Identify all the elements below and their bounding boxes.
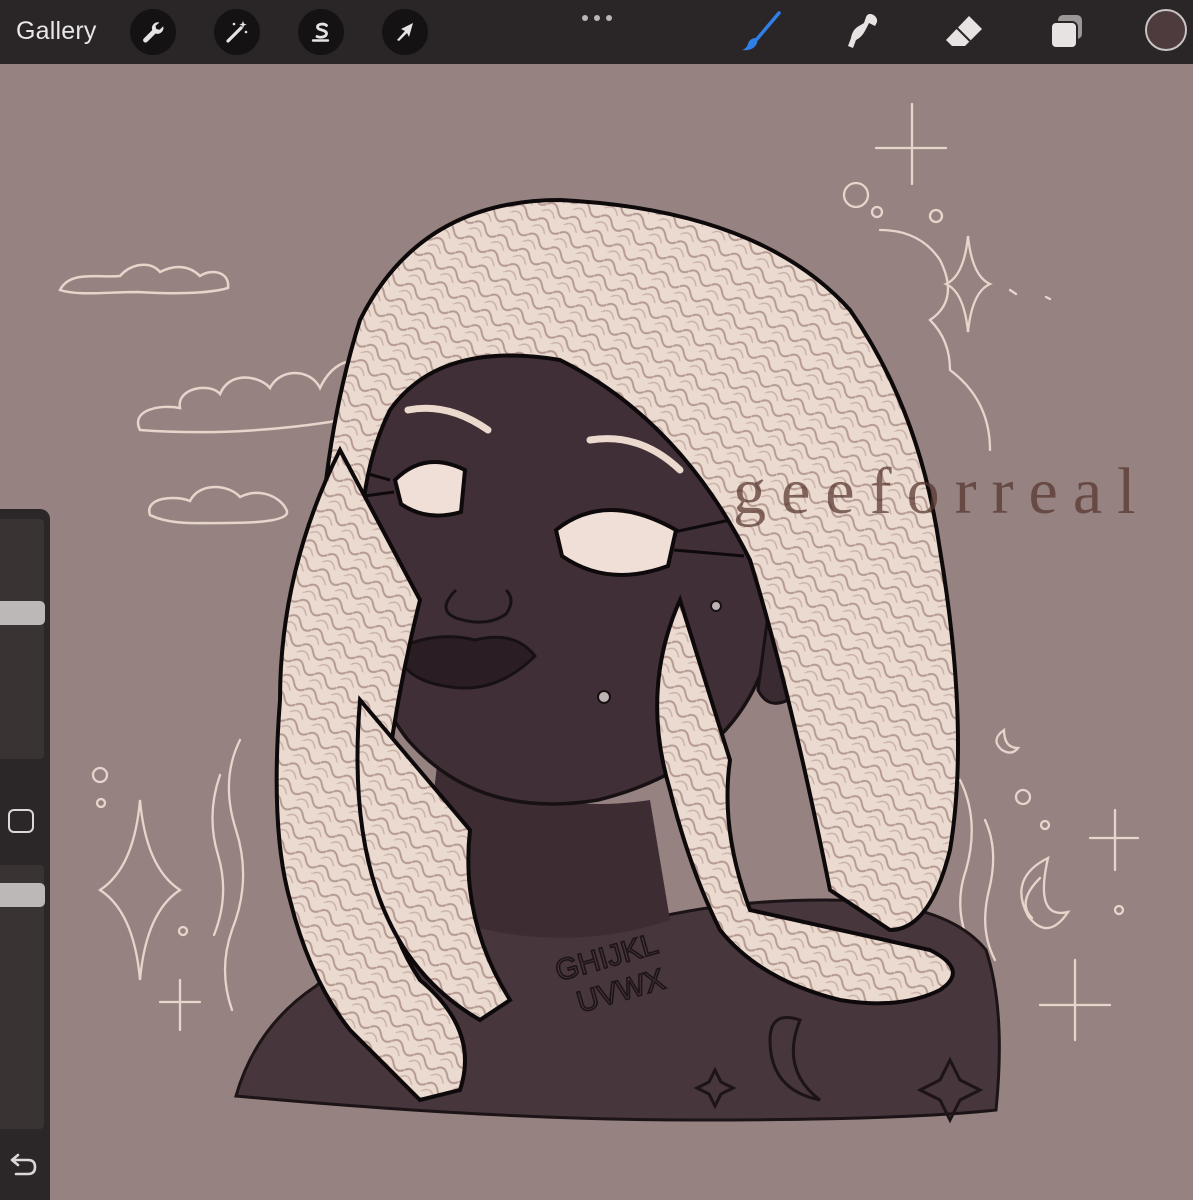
gallery-button[interactable]: Gallery [16, 17, 97, 46]
selection-s-icon [311, 22, 330, 42]
color-swatch-button[interactable] [1145, 9, 1187, 51]
magic-wand-icon [226, 21, 248, 43]
brush-tool-button[interactable] [737, 8, 785, 56]
actions-button[interactable] [130, 9, 176, 55]
brush-size-slider[interactable] [0, 519, 44, 759]
opacity-thumb[interactable] [0, 883, 45, 907]
left-sidebar [0, 509, 50, 1200]
modify-button[interactable] [8, 809, 34, 833]
layers-button[interactable] [1043, 8, 1091, 56]
layers-icon [1050, 15, 1082, 49]
selection-button[interactable] [298, 9, 344, 55]
wrench-icon [143, 22, 164, 43]
arrow-transform-icon [397, 23, 413, 41]
transform-button[interactable] [382, 9, 428, 55]
top-toolbar: Gallery [0, 0, 1193, 64]
undo-arrow-icon[interactable] [4, 1151, 40, 1181]
brush-size-thumb[interactable] [0, 601, 45, 625]
eraser-icon [946, 16, 982, 46]
more-dots-icon[interactable] [579, 12, 615, 24]
drawing-canvas[interactable]: GHIJKL UVWX [0, 64, 1193, 1200]
smudge-tool-button[interactable] [838, 8, 886, 56]
smudge-icon [848, 14, 878, 48]
adjustments-button[interactable] [214, 9, 260, 55]
eraser-tool-button[interactable] [940, 8, 988, 56]
brush-icon [742, 11, 781, 51]
